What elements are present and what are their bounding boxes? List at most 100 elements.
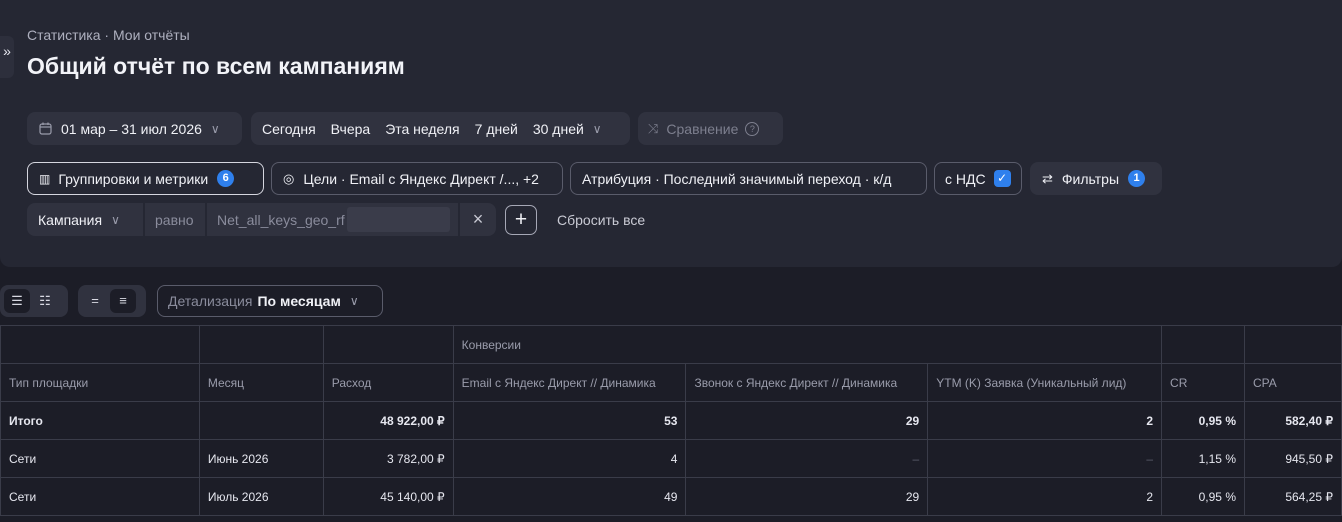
empty-cell bbox=[198, 325, 324, 364]
period-today[interactable]: Сегодня bbox=[262, 121, 316, 137]
cell-call: – bbox=[685, 439, 929, 478]
filters-button[interactable]: ⇄ Фильтры 1 bbox=[1030, 162, 1162, 195]
column-header[interactable]: Тип площадки bbox=[0, 363, 200, 402]
breadcrumb[interactable]: Статистика · Мои отчёты bbox=[27, 27, 190, 43]
page-title: Общий отчёт по всем кампаниям bbox=[27, 53, 405, 79]
quick-period-selector[interactable]: Сегодня Вчера Эта неделя 7 дней 30 дней … bbox=[251, 112, 630, 145]
column-header[interactable]: CR bbox=[1161, 363, 1245, 402]
shuffle-icon: ⤨ bbox=[648, 120, 659, 136]
column-header[interactable]: Звонок с Яндекс Директ // Динамика bbox=[685, 363, 929, 402]
filters-count-badge: 1 bbox=[1128, 170, 1145, 187]
chevron-down-icon[interactable]: ∨ bbox=[593, 122, 602, 136]
cell-cpa: 582,40 ₽ bbox=[1243, 401, 1342, 440]
cell-cpa: 945,50 ₽ bbox=[1243, 439, 1342, 478]
cell-type: Сети bbox=[0, 439, 200, 478]
filter-field-selector[interactable]: Кампания ∨ bbox=[27, 203, 143, 236]
groupings-count-badge: 6 bbox=[217, 170, 235, 187]
cell-cost: 48 922,00 ₽ bbox=[322, 401, 454, 440]
empty-cell bbox=[0, 325, 200, 364]
cell-cost: 3 782,00 ₽ bbox=[322, 439, 454, 478]
goals-selector[interactable]: ◎ Цели · Email с Яндекс Директ /..., +2 bbox=[271, 162, 563, 195]
detail-level-selector[interactable]: Детализация По месяцам ∨ bbox=[157, 285, 383, 317]
add-filter-button[interactable]: + bbox=[505, 205, 537, 235]
cell-cr: 0,95 % bbox=[1161, 401, 1245, 440]
expand-sidebar-icon[interactable]: » bbox=[0, 36, 14, 78]
cell-type: Сети bbox=[0, 477, 200, 516]
column-header[interactable]: CPA bbox=[1243, 363, 1342, 402]
cell-lead: 2 bbox=[927, 477, 1163, 516]
close-icon: × bbox=[472, 209, 484, 229]
target-icon: ◎ bbox=[283, 170, 295, 186]
cell-email: 49 bbox=[452, 477, 687, 516]
columns-icon: ▥ bbox=[39, 171, 51, 186]
filter-value: Net_all_keys_geo_rf bbox=[217, 211, 345, 228]
date-range-picker[interactable]: 01 мар – 31 июл 2026 ∨ bbox=[27, 112, 242, 145]
cell-type: Итого bbox=[0, 401, 200, 440]
list-view-switch: ☰ ☷ bbox=[0, 285, 68, 317]
cell-month: Июнь 2026 bbox=[198, 439, 324, 478]
detail-value: По месяцам bbox=[257, 293, 341, 309]
cell-cpa: 564,25 ₽ bbox=[1243, 477, 1342, 516]
cell-email: 4 bbox=[452, 439, 687, 478]
table-group-header: Конверсии bbox=[0, 325, 1342, 364]
list-flat-icon[interactable]: ☰ bbox=[4, 289, 30, 313]
column-header[interactable]: Email с Яндекс Директ // Динамика bbox=[452, 363, 687, 402]
date-range-label: 01 мар – 31 июл 2026 bbox=[61, 120, 202, 137]
cell-lead: – bbox=[927, 439, 1163, 478]
density-normal-icon[interactable]: ≡ bbox=[110, 289, 136, 313]
table-row: Сети Июль 2026 45 140,00 ₽ 49 29 2 0,95 … bbox=[0, 477, 1342, 516]
cell-lead: 2 bbox=[927, 401, 1163, 440]
table-header-row: Тип площадки Месяц Расход Email с Яндекс… bbox=[0, 363, 1342, 402]
vat-toggle[interactable]: с НДС ✓ bbox=[934, 162, 1022, 195]
report-header: » Статистика · Мои отчёты Общий отчёт по… bbox=[0, 0, 1342, 267]
goals-label: Цели · Email с Яндекс Директ /..., +2 bbox=[303, 170, 539, 187]
check-icon[interactable]: ✓ bbox=[993, 170, 1011, 187]
cell-month: Июль 2026 bbox=[198, 477, 324, 516]
period-yesterday[interactable]: Вчера bbox=[331, 121, 371, 137]
report-table: Конверсии Тип площадки Месяц Расход Emai… bbox=[0, 325, 1342, 516]
table-row-total: Итого 48 922,00 ₽ 53 29 2 0,95 % 582,40 … bbox=[0, 401, 1342, 440]
period-7-days[interactable]: 7 дней bbox=[475, 121, 518, 137]
cell-call: 29 bbox=[685, 477, 929, 516]
empty-cell bbox=[1161, 325, 1245, 364]
plus-icon: + bbox=[514, 208, 528, 231]
compare-button[interactable]: ⤨ Сравнение ? bbox=[638, 112, 783, 145]
density-switch: = ≡ bbox=[78, 285, 146, 317]
cell-email: 53 bbox=[452, 401, 687, 440]
list-nested-icon[interactable]: ☷ bbox=[32, 289, 58, 313]
chevron-down-icon: ∨ bbox=[111, 212, 120, 227]
help-icon[interactable]: ? bbox=[745, 121, 760, 136]
filter-operator[interactable]: равно bbox=[145, 203, 205, 236]
redacted-block bbox=[347, 207, 450, 232]
attribution-selector[interactable]: Атрибуция · Последний значимый переход ·… bbox=[570, 162, 927, 195]
chevron-down-icon: ∨ bbox=[210, 121, 220, 136]
cell-call: 29 bbox=[685, 401, 929, 440]
density-compact-icon[interactable]: = bbox=[82, 289, 108, 313]
clear-filter-button[interactable]: × bbox=[460, 203, 496, 236]
column-header[interactable]: Месяц bbox=[198, 363, 324, 402]
detail-label: Детализация bbox=[168, 293, 253, 309]
groupings-metrics-button[interactable]: ▥ Группировки и метрики 6 bbox=[27, 162, 264, 195]
cell-cost: 45 140,00 ₽ bbox=[322, 477, 454, 516]
period-this-week[interactable]: Эта неделя bbox=[385, 121, 459, 137]
filter-operator-label: равно bbox=[155, 211, 194, 228]
column-header[interactable]: Расход bbox=[322, 363, 454, 402]
filter-field-label: Кампания bbox=[38, 211, 103, 228]
column-header[interactable]: YTM (K) Заявка (Уникальный лид) bbox=[927, 363, 1163, 402]
calendar-icon bbox=[39, 122, 52, 135]
empty-cell bbox=[322, 325, 454, 364]
cell-month bbox=[198, 401, 324, 440]
vat-label: с НДС bbox=[945, 170, 986, 187]
attribution-label: Атрибуция · Последний значимый переход ·… bbox=[582, 170, 892, 187]
groupings-label: Группировки и метрики bbox=[58, 170, 209, 187]
sliders-icon: ⇄ bbox=[1042, 170, 1053, 186]
filter-value-input[interactable]: Net_all_keys_geo_rf bbox=[207, 203, 458, 236]
cell-cr: 1,15 % bbox=[1161, 439, 1245, 478]
conversions-group-header: Конверсии bbox=[452, 325, 1163, 364]
cell-cr: 0,95 % bbox=[1161, 477, 1245, 516]
period-30-days[interactable]: 30 дней bbox=[533, 121, 584, 137]
table-row: Сети Июнь 2026 3 782,00 ₽ 4 – – 1,15 % 9… bbox=[0, 439, 1342, 478]
filters-label: Фильтры bbox=[1061, 170, 1119, 187]
compare-label: Сравнение bbox=[666, 120, 739, 137]
reset-all-link[interactable]: Сбросить все bbox=[557, 212, 645, 228]
